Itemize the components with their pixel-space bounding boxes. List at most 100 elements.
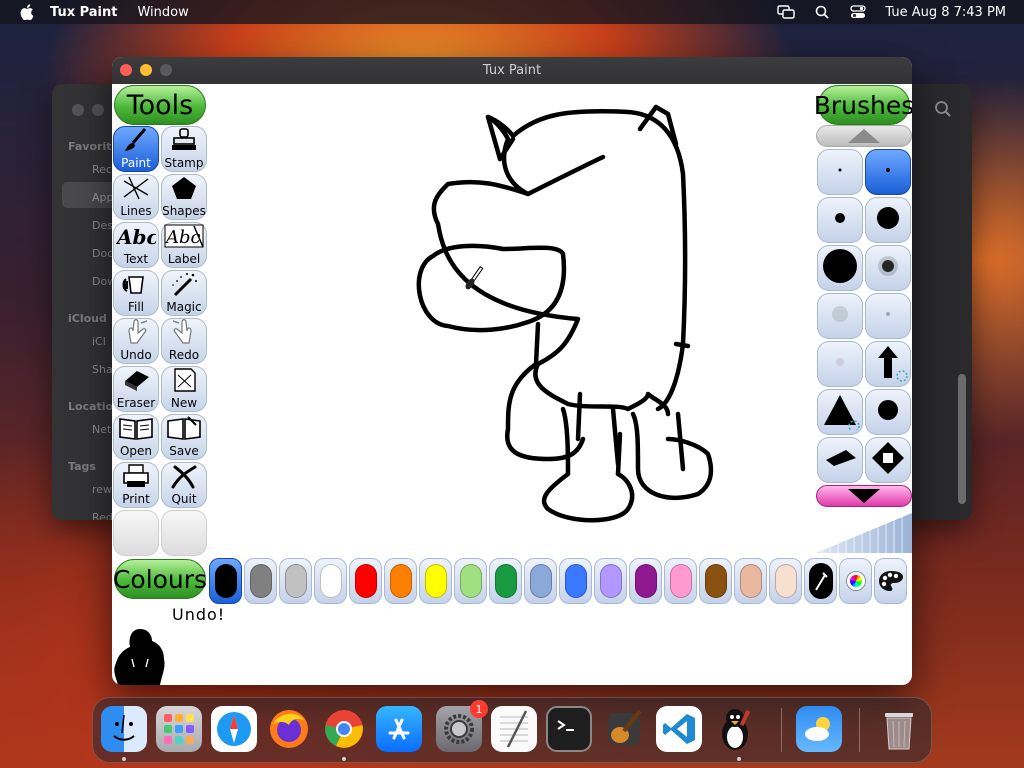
tool-fill-button[interactable]: Fill bbox=[113, 270, 159, 316]
close-button[interactable] bbox=[120, 64, 132, 76]
sidebar-item[interactable]: rew bbox=[92, 483, 112, 496]
colour-wheel-button[interactable] bbox=[839, 558, 872, 604]
colour-swatch[interactable] bbox=[664, 558, 697, 604]
brushes-scroll-up-button[interactable] bbox=[816, 125, 912, 147]
spotlight-search-icon[interactable] bbox=[813, 4, 831, 20]
chrome-icon[interactable] bbox=[321, 706, 367, 752]
tool-redo-button[interactable]: Redo bbox=[161, 318, 207, 364]
menu-clock[interactable]: Tue Aug 8 7:43 PM bbox=[885, 5, 1006, 20]
close-dot-icon[interactable] bbox=[72, 104, 84, 116]
tool-eraser-button[interactable]: Eraser bbox=[113, 366, 159, 412]
colour-swatch[interactable] bbox=[419, 558, 452, 604]
colour-swatch[interactable] bbox=[629, 558, 662, 604]
menu-app-name[interactable]: Tux Paint bbox=[50, 5, 117, 20]
launchpad-icon[interactable] bbox=[156, 706, 202, 752]
colour-swatch[interactable] bbox=[524, 558, 557, 604]
brush-button[interactable] bbox=[865, 197, 911, 243]
brush-button[interactable] bbox=[817, 437, 863, 483]
sidebar-header-icloud: iCloud bbox=[68, 312, 107, 325]
brush-button[interactable] bbox=[817, 341, 863, 387]
sidebar-item[interactable]: iCl bbox=[92, 335, 106, 348]
tool-label-button[interactable]: Abc Label bbox=[161, 222, 207, 268]
colour-picker-button[interactable] bbox=[804, 558, 837, 604]
brush-button[interactable] bbox=[817, 245, 863, 291]
terminal-icon[interactable] bbox=[546, 706, 592, 752]
brush-button[interactable] bbox=[865, 437, 911, 483]
tool-label: New bbox=[170, 396, 198, 410]
colour-swatch[interactable] bbox=[209, 558, 242, 604]
finder-scrollbar[interactable] bbox=[958, 374, 966, 504]
brush-button[interactable] bbox=[817, 389, 863, 435]
colour-swatch[interactable] bbox=[769, 558, 802, 604]
sidebar-item[interactable]: Sha bbox=[92, 363, 113, 376]
tool-text-button[interactable]: Abc Text bbox=[113, 222, 159, 268]
tool-paint-button[interactable]: Paint bbox=[113, 126, 159, 172]
tool-undo-button[interactable]: Undo bbox=[113, 318, 159, 364]
minimize-button[interactable] bbox=[140, 64, 152, 76]
colour-swatch[interactable] bbox=[594, 558, 627, 604]
colour-swatch[interactable] bbox=[349, 558, 382, 604]
app-store-icon[interactable] bbox=[376, 706, 422, 752]
firefox-icon[interactable] bbox=[266, 706, 312, 752]
colour-swatch-fill bbox=[494, 564, 517, 598]
brush-button[interactable] bbox=[865, 245, 911, 291]
drawing-canvas[interactable] bbox=[208, 84, 816, 558]
brush-button[interactable] bbox=[817, 293, 863, 339]
colour-mixer-button[interactable] bbox=[874, 558, 907, 604]
colour-swatch[interactable] bbox=[454, 558, 487, 604]
tool-label: Save bbox=[169, 444, 199, 458]
tool-stamp-button[interactable]: Stamp bbox=[161, 126, 207, 172]
brush-button[interactable] bbox=[817, 149, 863, 195]
sidebar-item[interactable]: Rec bbox=[92, 163, 112, 176]
colours-header: Colours bbox=[113, 559, 207, 599]
screen-mirroring-icon[interactable] bbox=[777, 4, 796, 20]
brush-button[interactable] bbox=[865, 149, 911, 195]
sidebar-item[interactable]: App bbox=[92, 191, 114, 204]
tool-lines-button[interactable]: Lines bbox=[113, 174, 159, 220]
colour-swatch[interactable] bbox=[279, 558, 312, 604]
tool-quit-button[interactable]: Quit bbox=[161, 462, 207, 508]
brush-button[interactable] bbox=[865, 293, 911, 339]
control-center-icon[interactable] bbox=[849, 4, 867, 20]
tool-save-button[interactable]: Save bbox=[161, 414, 207, 460]
brush-size-preview[interactable] bbox=[816, 509, 912, 553]
sidebar-item[interactable]: Des bbox=[92, 219, 113, 232]
finder-icon[interactable] bbox=[101, 706, 147, 752]
search-icon[interactable] bbox=[934, 100, 952, 122]
vscode-icon[interactable] bbox=[656, 706, 702, 752]
brush-button[interactable] bbox=[865, 341, 911, 387]
colour-swatch-fill bbox=[774, 564, 797, 598]
colour-swatch[interactable] bbox=[489, 558, 522, 604]
brush-button[interactable] bbox=[865, 389, 911, 435]
brushes-scroll-down-button[interactable] bbox=[816, 485, 912, 507]
textedit-icon[interactable] bbox=[491, 706, 537, 752]
sidebar-item[interactable]: Red bbox=[92, 511, 113, 520]
colour-swatch[interactable] bbox=[699, 558, 732, 604]
tool-new-button[interactable]: New bbox=[161, 366, 207, 412]
system-settings-icon[interactable]: 1 bbox=[436, 700, 488, 752]
lines-icon bbox=[121, 175, 151, 205]
minimize-dot-icon[interactable] bbox=[92, 104, 104, 116]
tool-magic-button[interactable]: Magic bbox=[161, 270, 207, 316]
garageband-icon[interactable] bbox=[601, 706, 647, 752]
weather-icon[interactable] bbox=[796, 706, 842, 752]
colour-swatch[interactable] bbox=[559, 558, 592, 604]
text-abc-icon: Abc bbox=[115, 223, 159, 253]
tux-paint-icon[interactable] bbox=[713, 706, 759, 752]
sidebar-item[interactable]: Net bbox=[92, 423, 111, 436]
zoom-button[interactable] bbox=[160, 64, 172, 76]
sidebar-item[interactable]: Doc bbox=[92, 247, 113, 260]
brush-button[interactable] bbox=[817, 197, 863, 243]
menu-window[interactable]: Window bbox=[137, 5, 188, 20]
tool-open-button[interactable]: Open bbox=[113, 414, 159, 460]
colour-swatch[interactable] bbox=[384, 558, 417, 604]
colour-swatch[interactable] bbox=[734, 558, 767, 604]
safari-icon[interactable] bbox=[211, 706, 257, 752]
apple-logo-icon[interactable] bbox=[16, 1, 38, 23]
colour-swatch[interactable] bbox=[244, 558, 277, 604]
tool-print-button[interactable]: Print bbox=[113, 462, 159, 508]
trash-icon[interactable] bbox=[876, 706, 922, 752]
tool-shapes-button[interactable]: Shapes bbox=[161, 174, 207, 220]
colour-swatch[interactable] bbox=[314, 558, 347, 604]
window-title-bar[interactable]: Tux Paint bbox=[112, 57, 912, 84]
